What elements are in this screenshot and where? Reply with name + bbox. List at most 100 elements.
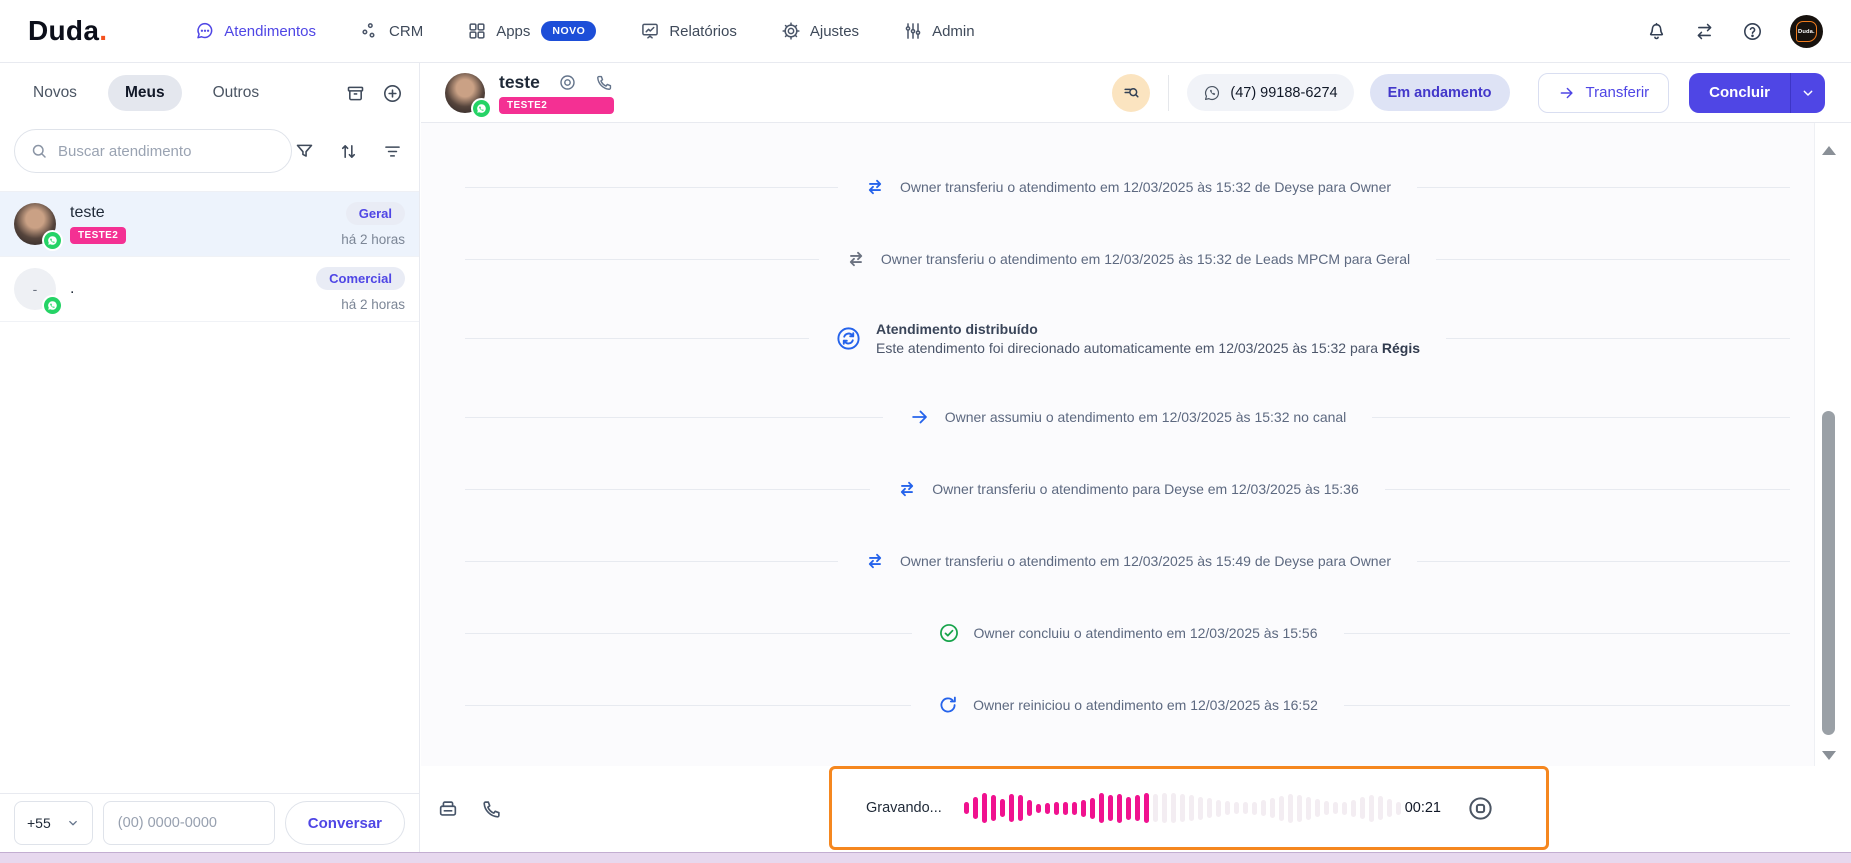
nav-item-label: Apps — [496, 22, 531, 40]
bottom-edge-strip — [0, 852, 1851, 863]
contact-phone-pill[interactable]: (47) 99188-6274 — [1187, 74, 1354, 111]
conversation-tabs: Novos Meus Outros — [16, 75, 276, 111]
phone-number-input[interactable] — [102, 801, 275, 845]
waveform-bar — [1116, 793, 1122, 823]
recording-label: Gravando... — [866, 800, 942, 816]
tab-meus[interactable]: Meus — [107, 75, 182, 111]
conclude-button[interactable]: Concluir — [1689, 72, 1790, 113]
check-circle-icon — [938, 622, 960, 644]
divider-line — [1343, 632, 1791, 634]
chevron-down-icon — [1800, 85, 1816, 101]
search-input[interactable] — [58, 142, 276, 160]
novo-badge: NOVO — [541, 21, 597, 41]
scrollbar-thumb[interactable] — [1822, 411, 1835, 735]
timeline-events: Owner transferiu o atendimento em 12/03/… — [421, 123, 1814, 766]
timeline-event: Owner concluiu o atendimento em 12/03/20… — [465, 597, 1791, 669]
waveform-bar — [1386, 799, 1392, 817]
waveform-bar — [1062, 801, 1068, 815]
timeline-event: Owner transferiu o atendimento em 12/03/… — [465, 223, 1791, 295]
nav-item-crm[interactable]: CRM — [360, 21, 423, 41]
nav-item-admin[interactable]: Admin — [903, 21, 975, 41]
sort-icon[interactable] — [338, 141, 359, 162]
chat-timeline: Owner transferiu o atendimento em 12/03/… — [421, 123, 1851, 766]
scroll-down-arrow[interactable] — [1822, 751, 1836, 760]
scroll-up-arrow[interactable] — [1822, 146, 1836, 155]
conclude-split-button: Concluir — [1689, 72, 1825, 113]
whatsapp-icon — [1203, 84, 1221, 102]
filter-funnel-icon[interactable] — [294, 141, 315, 162]
filter-lines-icon[interactable] — [382, 141, 403, 162]
country-code-select[interactable]: +55 — [14, 801, 93, 845]
conclude-menu-button[interactable] — [1790, 72, 1825, 113]
nav-item-label: Ajustes — [809, 22, 860, 40]
event-description: Este atendimento foi direcionado automat… — [876, 340, 1420, 356]
chat-footer: Gravando... 00:21 — [421, 766, 1851, 852]
transfer-button-label: Transferir — [1585, 84, 1650, 101]
event-content: Owner concluiu o atendimento em 12/03/20… — [938, 622, 1318, 644]
event-text: Owner reiniciou o atendimento em 12/03/2… — [973, 697, 1318, 713]
dialer-bar: +55 Conversar — [0, 793, 419, 852]
crm-icon — [360, 21, 380, 41]
sync-circle-icon — [835, 325, 862, 352]
waveform-bar — [1368, 794, 1374, 822]
waveform-bar — [990, 795, 996, 821]
conversation-name: . — [70, 280, 75, 297]
nav-item-ajustes[interactable]: Ajustes — [781, 21, 859, 41]
user-avatar[interactable]: Duda. — [1790, 14, 1823, 48]
search-in-conversation-button[interactable] — [1112, 73, 1151, 112]
waveform-bar — [1260, 800, 1266, 816]
avatar — [14, 203, 61, 249]
sidebar-tabs-row: Novos Meus Outros — [0, 63, 419, 123]
nav-item-atendimentos[interactable]: Atendimentos — [195, 21, 316, 41]
tab-outros[interactable]: Outros — [196, 75, 277, 111]
waveform-bar — [1035, 803, 1041, 813]
waveform-bar — [1269, 798, 1275, 818]
nav-item-apps[interactable]: Apps NOVO — [467, 21, 597, 41]
printer-icon[interactable] — [437, 798, 459, 820]
phone-icon[interactable] — [481, 798, 503, 820]
waveform-bar — [1332, 802, 1338, 814]
apps-icon — [467, 21, 487, 41]
timeline-event: Owner transferiu o atendimento para Deys… — [465, 453, 1791, 525]
swap-icon — [864, 550, 886, 572]
composer-icons — [437, 798, 503, 820]
tab-novos[interactable]: Novos — [16, 75, 94, 111]
app-logo[interactable]: Duda. — [28, 15, 107, 47]
help-icon[interactable] — [1742, 21, 1763, 42]
conversation-meta: Geral há 2 horas — [341, 201, 405, 247]
whatsapp-badge-icon — [473, 99, 490, 117]
event-text: Owner transferiu o atendimento em 12/03/… — [880, 251, 1411, 267]
view-icon[interactable] — [558, 73, 577, 92]
swap-horizontal-icon[interactable] — [1694, 21, 1715, 42]
logo-dot: . — [99, 15, 108, 46]
waveform-bar — [1098, 793, 1104, 823]
waveform-bar — [1197, 796, 1203, 820]
nav-item-label: Admin — [932, 22, 975, 40]
phone-icon[interactable] — [595, 73, 614, 92]
event-description-bold: Régis — [1381, 339, 1421, 356]
reports-icon — [640, 21, 660, 41]
timeline-event: Owner transferiu o atendimento em 12/03/… — [465, 525, 1791, 597]
transfer-button[interactable]: Transferir — [1537, 72, 1670, 113]
contact-identity: teste TESTE2 — [499, 72, 614, 114]
conversation-item[interactable]: teste TESTE2 Geral há 2 horas — [0, 192, 419, 257]
conversation-item[interactable]: -. Comercial há 2 horas — [0, 257, 419, 322]
waveform-bar — [972, 797, 978, 819]
waveform-bar — [1287, 793, 1293, 823]
bell-icon[interactable] — [1646, 21, 1667, 42]
waveform-bar — [1233, 802, 1239, 814]
event-content: Owner transferiu o atendimento em 12/03/… — [845, 248, 1410, 270]
conversar-button[interactable]: Conversar — [284, 801, 405, 845]
archive-icon[interactable] — [345, 83, 366, 104]
timeline-event: Owner reiniciou o atendimento em 12/03/2… — [465, 669, 1790, 741]
nav-item-relatorios[interactable]: Relatórios — [640, 21, 737, 41]
waveform-bar — [1179, 794, 1185, 822]
add-icon[interactable] — [382, 83, 403, 104]
timeline-event: Atendimento distribuído Este atendimento … — [465, 295, 1791, 381]
contact-avatar — [445, 72, 490, 117]
avatar-logo-text: Duda. — [1798, 27, 1815, 35]
chat-scrollbar[interactable] — [1814, 123, 1851, 766]
stop-recording-button[interactable] — [1467, 795, 1494, 822]
conversation-tag: TESTE2 — [70, 227, 127, 244]
chat-panel: teste TESTE2 (47) 99188-6274 Em andament… — [421, 63, 1851, 852]
